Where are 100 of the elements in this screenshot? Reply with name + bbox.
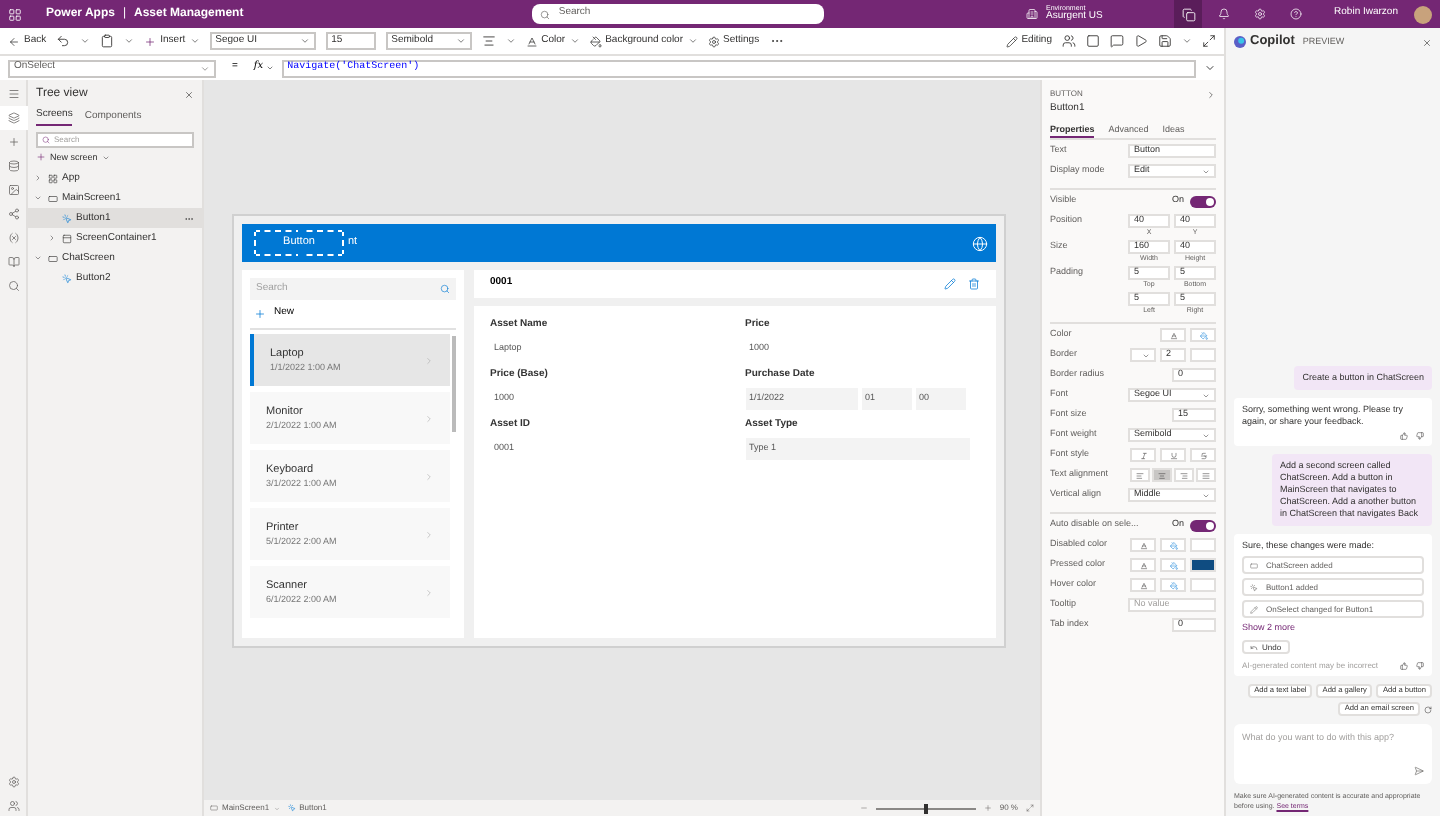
pointer-icon — [62, 213, 72, 224]
chevron-right-icon — [424, 355, 434, 365]
toggle-switch[interactable] — [1190, 519, 1216, 532]
search-icon — [42, 135, 50, 143]
toggle-switch[interactable] — [1190, 195, 1216, 208]
chevron-down-icon — [455, 36, 466, 46]
grid-icon — [48, 173, 58, 184]
paint-bucket-icon — [1199, 331, 1207, 340]
globe-icon[interactable] — [972, 235, 988, 251]
arrow-left-icon — [8, 35, 20, 47]
text-color-button[interactable] — [1130, 538, 1156, 553]
chevron-right-icon — [424, 529, 434, 539]
save-icon[interactable] — [1158, 34, 1172, 48]
play-icon[interactable] — [1134, 34, 1148, 48]
underline-icon — [1169, 451, 1177, 460]
copilot-logo — [1234, 36, 1246, 48]
chevron-right-icon — [424, 587, 434, 597]
paint-bucket-icon — [1169, 541, 1177, 550]
style-toggle[interactable] — [1160, 448, 1186, 463]
collapse-icon[interactable] — [1206, 89, 1216, 99]
panel-icon — [62, 233, 72, 244]
chevron-right-icon — [424, 413, 434, 423]
avatar[interactable] — [1414, 5, 1432, 23]
fit-icon[interactable] — [1026, 804, 1034, 812]
alignment-option[interactable] — [1152, 468, 1172, 483]
style-toggle[interactable] — [1130, 448, 1156, 463]
variable-icon — [7, 232, 19, 244]
help-icon[interactable] — [1290, 8, 1303, 20]
screen-icon — [210, 804, 218, 812]
book-icon — [7, 256, 19, 268]
pointer-icon — [1250, 583, 1258, 592]
chevron-down-icon — [80, 36, 91, 46]
chevron-down-icon — [200, 63, 210, 73]
account-icon[interactable] — [7, 800, 19, 812]
chevron-down-icon — [124, 36, 135, 46]
color-swatch[interactable] — [1190, 558, 1216, 573]
database-icon — [7, 160, 19, 172]
fill-color-button[interactable] — [1160, 538, 1186, 553]
menu-icon — [7, 88, 19, 100]
search-icon — [440, 284, 450, 294]
settings-icon[interactable] — [7, 776, 19, 788]
edit-icon[interactable] — [944, 278, 956, 290]
thumbs-down-icon[interactable] — [1416, 431, 1424, 439]
zoom-thumb[interactable] — [923, 803, 928, 813]
chevron-down-icon — [189, 36, 200, 46]
pencil-icon — [1250, 605, 1258, 614]
search-icon — [7, 280, 19, 292]
delete-icon[interactable] — [968, 278, 980, 290]
paint-bucket-icon — [1169, 581, 1177, 590]
app-launcher-icon[interactable] — [8, 7, 22, 21]
text-color-icon — [1139, 561, 1147, 570]
plus-icon — [7, 136, 19, 148]
alignment-option[interactable] — [1130, 468, 1150, 483]
layers-icon — [7, 112, 19, 124]
send-icon[interactable] — [1414, 766, 1424, 776]
align-icon[interactable] — [481, 34, 496, 48]
expand-icon[interactable] — [1204, 62, 1216, 74]
fill-color-button[interactable] — [1160, 578, 1186, 593]
alignment-option[interactable] — [1196, 468, 1216, 483]
search-icon — [540, 9, 551, 19]
chevron-down-icon — [299, 36, 310, 46]
screen-icon — [48, 253, 58, 264]
alignment-option[interactable] — [1174, 468, 1194, 483]
color-swatch[interactable] — [1190, 538, 1216, 553]
settings-icon — [707, 35, 720, 47]
chevron-down-icon — [505, 36, 516, 46]
copilot-toggle[interactable] — [1174, 0, 1203, 28]
chevron-down-icon — [569, 36, 580, 46]
screen-icon — [1250, 561, 1258, 570]
undo-icon — [1250, 643, 1258, 651]
color-swatch[interactable] — [1190, 348, 1216, 363]
plus-icon — [254, 308, 266, 320]
pencil-icon — [1005, 35, 1018, 47]
screen-icon — [48, 193, 58, 204]
thumbs-down-icon[interactable] — [1416, 662, 1424, 670]
rail-button[interactable] — [0, 106, 27, 130]
comment-icon[interactable] — [1110, 34, 1124, 48]
pointer-icon — [62, 273, 72, 284]
plus-icon — [36, 152, 46, 163]
fill-color-button[interactable] — [1190, 328, 1216, 343]
undo-icon[interactable] — [56, 34, 71, 48]
chevron-right-icon — [424, 471, 434, 481]
fill-color-button[interactable] — [1160, 558, 1186, 573]
color-swatch[interactable] — [1190, 578, 1216, 593]
thumbs-up-icon[interactable] — [1400, 662, 1408, 670]
refresh-icon[interactable] — [1424, 705, 1432, 713]
thumbs-up-icon[interactable] — [1400, 431, 1408, 439]
clipboard-icon[interactable] — [100, 34, 115, 48]
text-color-button[interactable] — [1160, 328, 1186, 343]
text-color-icon — [1139, 581, 1147, 590]
text-color-button[interactable] — [1130, 558, 1156, 573]
chevron-down-icon — [1182, 36, 1192, 46]
notification-icon[interactable] — [1218, 8, 1231, 20]
text-color-icon — [1169, 331, 1177, 340]
text-color-button[interactable] — [1130, 578, 1156, 593]
copilot-icon — [1181, 7, 1196, 21]
plus-icon — [144, 35, 157, 47]
strikethrough-icon — [1199, 451, 1207, 460]
style-toggle[interactable] — [1190, 448, 1216, 463]
scrollbar[interactable] — [452, 336, 456, 432]
